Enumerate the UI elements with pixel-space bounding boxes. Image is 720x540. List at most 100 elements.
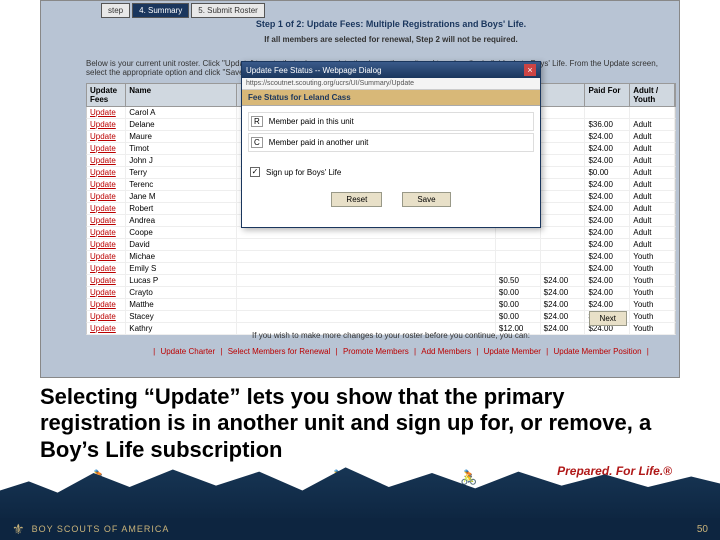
table-row: UpdateCrayto$0.00$24.00$24.00Youth <box>86 287 676 299</box>
update-link[interactable]: Update <box>90 228 116 237</box>
update-link[interactable]: Update <box>90 288 116 297</box>
cell-name: Lucas P <box>126 275 237 286</box>
cell-ay: Adult <box>630 143 675 154</box>
update-link[interactable]: Update <box>90 276 116 285</box>
cell-bl <box>541 143 586 154</box>
col-bl <box>541 84 586 106</box>
link-select-members[interactable]: Select Members for Renewal <box>225 347 334 356</box>
update-link[interactable]: Update <box>90 192 116 201</box>
wizard-tab-4[interactable]: 4. Summary <box>132 3 189 18</box>
cell-fee: $0.50 <box>496 275 541 286</box>
table-row: UpdateMichae$24.00Youth <box>86 251 676 263</box>
cell-name: Matthe <box>126 299 237 310</box>
update-link[interactable]: Update <box>90 204 116 213</box>
wizard-tab-5[interactable]: 5. Submit Roster <box>191 3 265 18</box>
cell-ay: Youth <box>630 287 675 298</box>
cell-fee: $0.00 <box>496 299 541 310</box>
cell-paid: $36.00 <box>585 119 630 130</box>
update-dialog: Update Fee Status -- Webpage Dialog × ht… <box>241 61 541 228</box>
fleur-de-lis-icon: ⚜ <box>12 521 26 538</box>
cell-paid: $24.00 <box>585 179 630 190</box>
link-add[interactable]: Add Members <box>418 347 474 356</box>
checkbox-icon[interactable]: ✓ <box>250 167 260 177</box>
cell-ay: Youth <box>630 311 675 322</box>
cell-fee <box>496 251 541 262</box>
update-link[interactable]: Update <box>90 108 116 117</box>
update-link[interactable]: Update <box>90 312 116 321</box>
cell-bl <box>541 239 586 250</box>
slide-caption: Selecting “Update” lets you show that th… <box>40 384 680 463</box>
link-update-charter[interactable]: Update Charter <box>157 347 218 356</box>
cell-name: Timot <box>126 143 237 154</box>
step-note: If all members are selected for renewal,… <box>191 35 591 44</box>
cell-paid: $24.00 <box>585 263 630 274</box>
cell-fee <box>496 239 541 250</box>
opt2-code: C <box>251 137 263 148</box>
cell-paid: $24.00 <box>585 239 630 250</box>
link-update-position[interactable]: Update Member Position <box>550 347 644 356</box>
link-update-member[interactable]: Update Member <box>481 347 544 356</box>
cell-bl <box>541 119 586 130</box>
link-promote[interactable]: Promote Members <box>340 347 412 356</box>
update-link[interactable]: Update <box>90 264 116 273</box>
cell-ay: Youth <box>630 251 675 262</box>
option-paid-other-unit[interactable]: C Member paid in another unit <box>248 133 534 152</box>
update-link[interactable]: Update <box>90 120 116 129</box>
cell-bl <box>541 179 586 190</box>
update-link[interactable]: Update <box>90 300 116 309</box>
boys-life-checkbox-row[interactable]: ✓ Sign up for Boys' Life <box>248 164 534 180</box>
cell-ay: Adult <box>630 155 675 166</box>
cell-name: Maure <box>126 131 237 142</box>
update-link[interactable]: Update <box>90 252 116 261</box>
cell-paid: $24.00 <box>585 203 630 214</box>
update-link[interactable]: Update <box>90 240 116 249</box>
cell-name: Crayto <box>126 287 237 298</box>
dialog-url: https://scoutnet.scouting.org/ucrs/UI/Su… <box>242 78 540 90</box>
col-ay: Adult / Youth <box>630 84 675 106</box>
footer-bar: ⚜ BOY SCOUTS OF AMERICA 50 <box>0 518 720 540</box>
cell-paid <box>585 107 630 118</box>
cell-bl <box>541 251 586 262</box>
option-paid-this-unit[interactable]: R Member paid in this unit <box>248 112 534 131</box>
table-row: UpdateMatthe$0.00$24.00$24.00Youth <box>86 299 676 311</box>
close-icon[interactable]: × <box>524 64 536 76</box>
cell-fee: $0.00 <box>496 287 541 298</box>
cell-bl <box>541 155 586 166</box>
table-row: UpdateEmily S$24.00Youth <box>86 263 676 275</box>
cell-ay: Adult <box>630 179 675 190</box>
cell-ay: Youth <box>630 299 675 310</box>
cell-name: Coope <box>126 227 237 238</box>
dialog-buttons: Reset Save <box>248 182 534 221</box>
cell-name: Terry <box>126 167 237 178</box>
update-link[interactable]: Update <box>90 156 116 165</box>
cell-fee <box>496 227 541 238</box>
cell-name: Emily S <box>126 263 237 274</box>
cell-paid: $24.00 <box>585 275 630 286</box>
wizard-tab-step[interactable]: step <box>101 3 130 18</box>
cell-bl <box>541 263 586 274</box>
page-number: 50 <box>697 524 708 535</box>
boys-life-label: Sign up for Boys' Life <box>266 168 341 177</box>
cell-ay: Adult <box>630 239 675 250</box>
update-link[interactable]: Update <box>90 132 116 141</box>
reset-button[interactable]: Reset <box>331 192 382 207</box>
org-name: BOY SCOUTS OF AMERICA <box>32 524 170 534</box>
table-row: UpdateDavid$24.00Adult <box>86 239 676 251</box>
update-link[interactable]: Update <box>90 180 116 189</box>
action-links: | Update Charter | Select Members for Re… <box>151 347 651 356</box>
cell-fee <box>496 263 541 274</box>
next-button[interactable]: Next <box>589 311 627 326</box>
dialog-body: R Member paid in this unit C Member paid… <box>242 106 540 227</box>
cell-ay: Adult <box>630 191 675 202</box>
cell-paid: $24.00 <box>585 131 630 142</box>
more-changes-text: If you wish to make more changes to your… <box>191 331 591 340</box>
bsa-logo: ⚜ BOY SCOUTS OF AMERICA <box>12 521 169 538</box>
update-link[interactable]: Update <box>90 144 116 153</box>
cell-bl: $24.00 <box>541 275 586 286</box>
save-button[interactable]: Save <box>402 192 450 207</box>
update-link[interactable]: Update <box>90 324 116 333</box>
update-link[interactable]: Update <box>90 216 116 225</box>
cell-ay: Youth <box>630 275 675 286</box>
app-screenshot: step 4. Summary 5. Submit Roster Step 1 … <box>40 0 680 378</box>
update-link[interactable]: Update <box>90 168 116 177</box>
